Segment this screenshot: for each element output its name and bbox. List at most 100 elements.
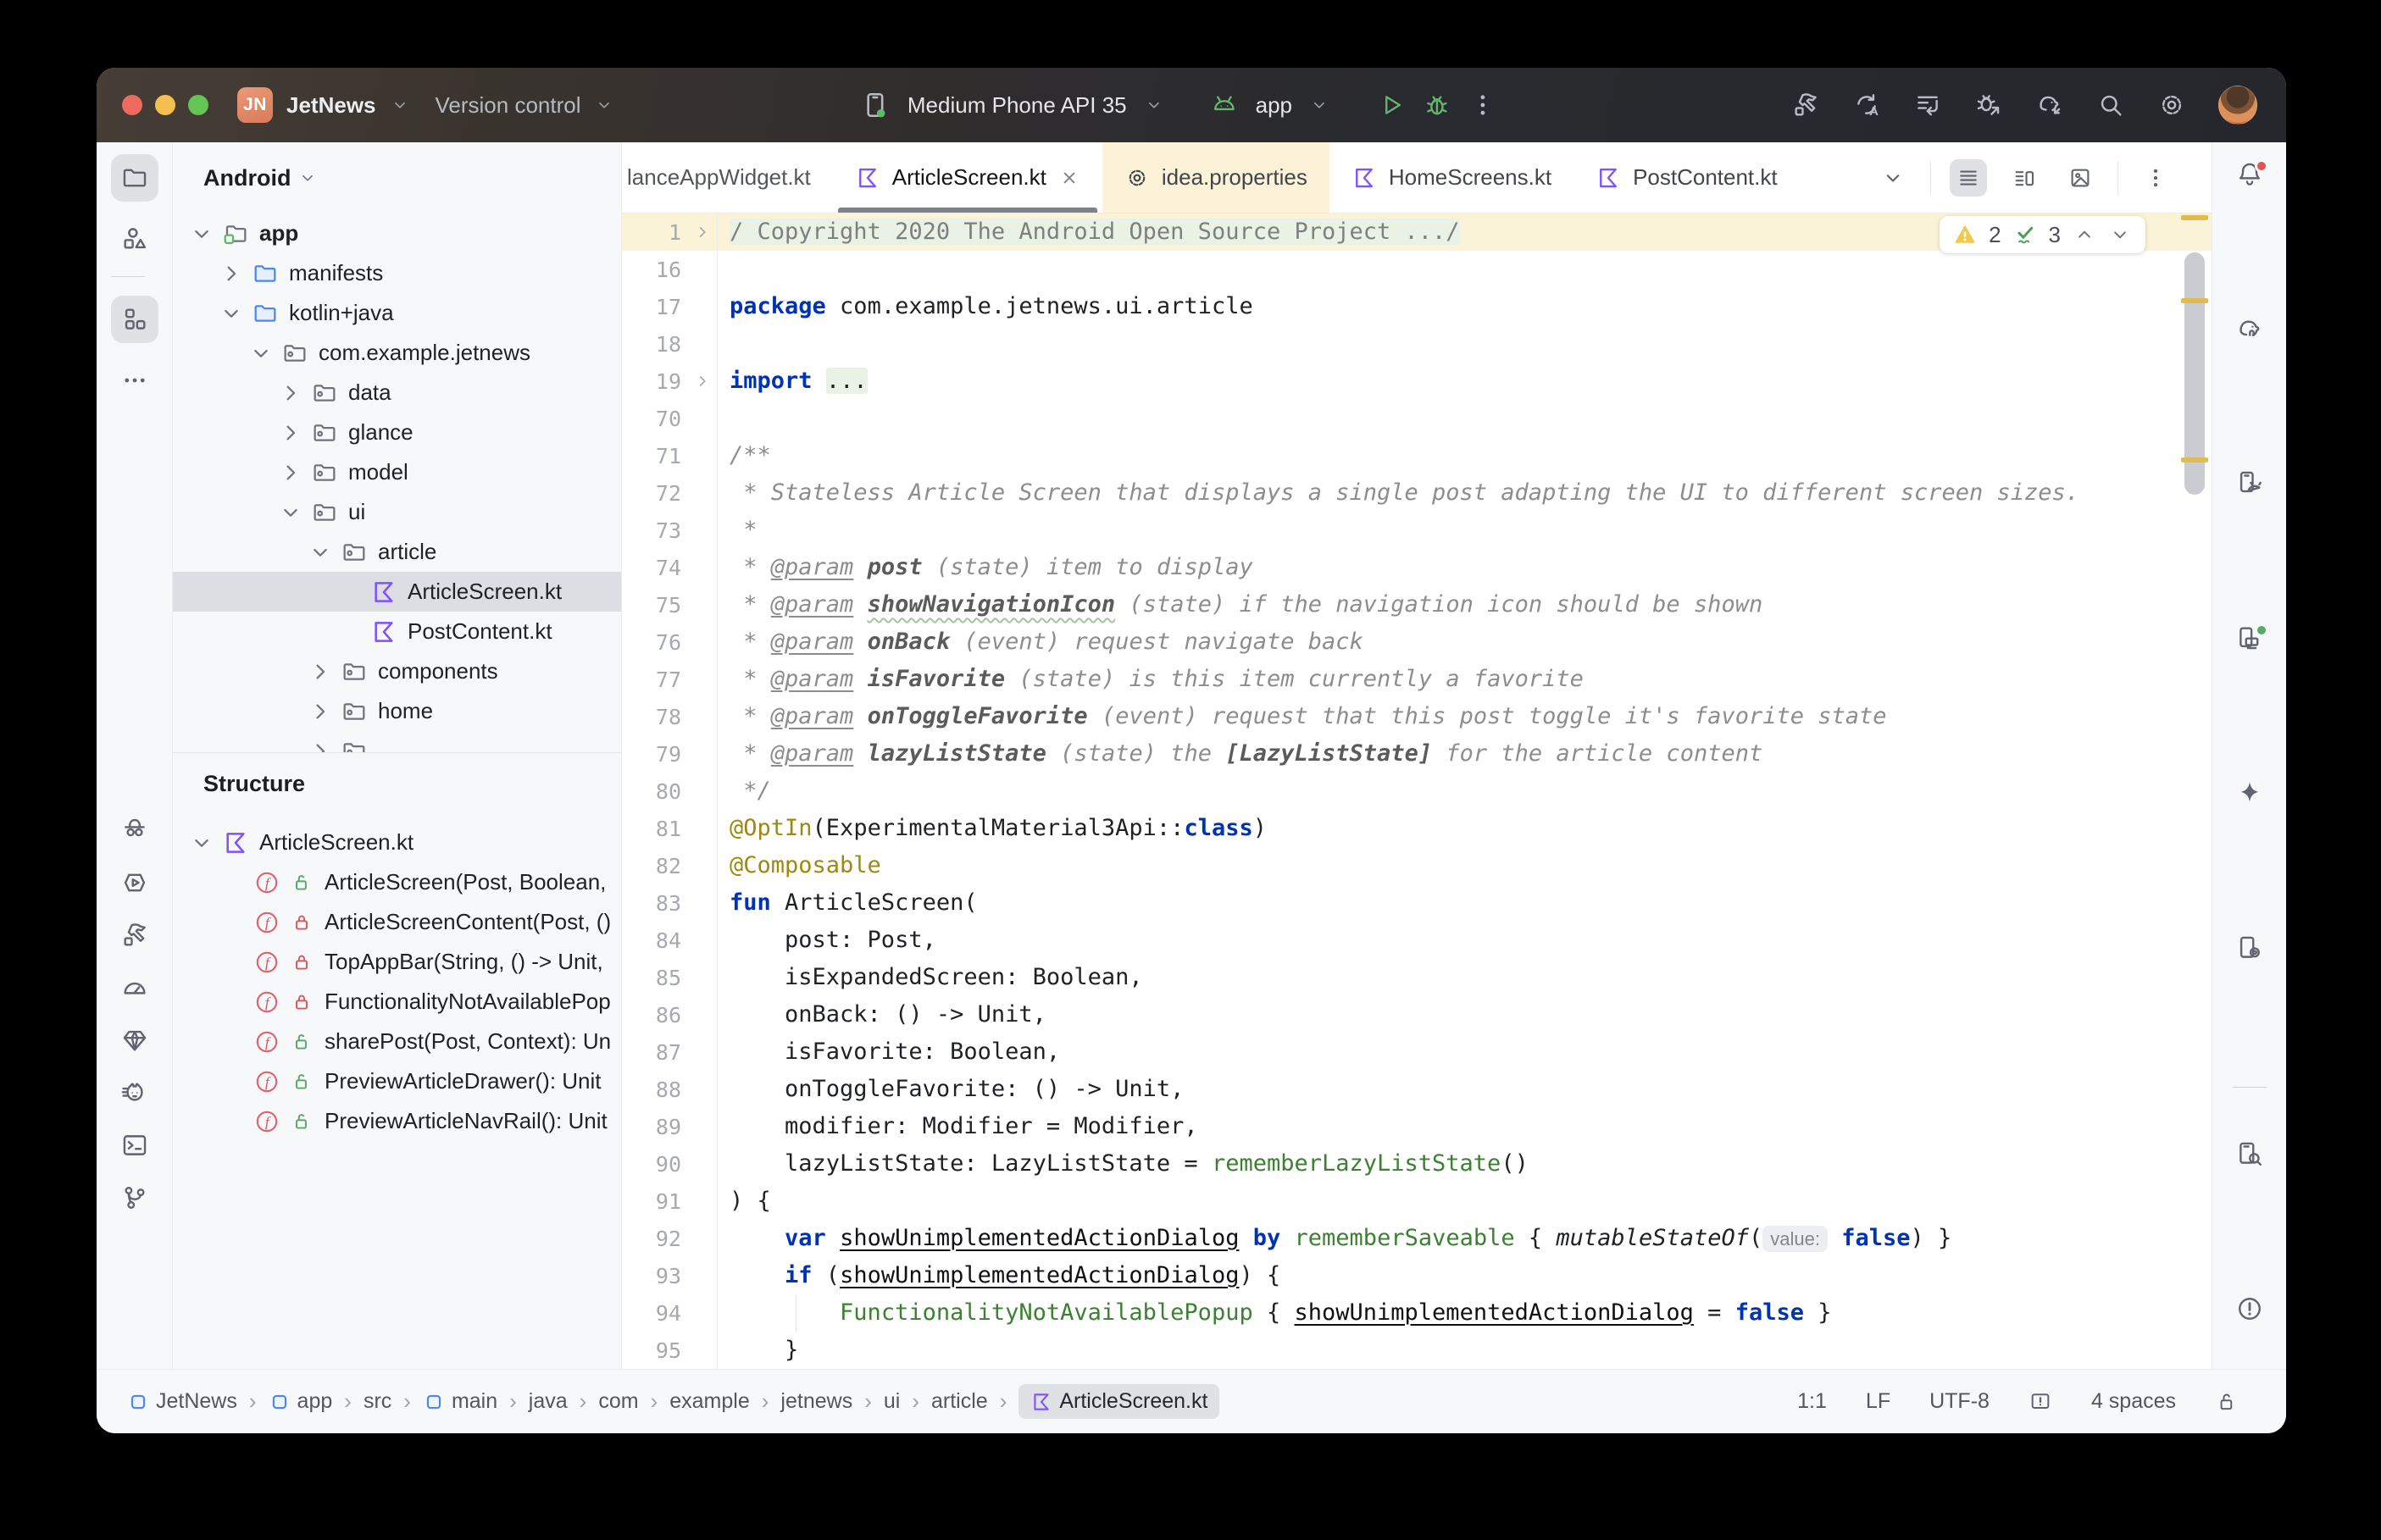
code-text[interactable]: isFavorite: Boolean, <box>717 1033 2212 1071</box>
code-text[interactable]: fun ArticleScreen( <box>717 884 2212 922</box>
inspection-balloon-icon[interactable] <box>2029 1390 2052 1414</box>
previous-problem-button[interactable] <box>2073 223 2096 247</box>
code-text[interactable] <box>717 325 2212 363</box>
tool-window-button-version-control[interactable] <box>111 1183 158 1213</box>
tree-item-glance[interactable]: glance <box>173 413 621 452</box>
code-text[interactable]: * @param isFavorite (state) is this item… <box>717 661 2212 698</box>
line-number[interactable]: 83 <box>622 891 688 916</box>
tool-window-button-app-inspection[interactable] <box>111 815 158 845</box>
tool-window-button-device-explorer[interactable] <box>2226 1138 2273 1170</box>
line-number[interactable]: 85 <box>622 966 688 990</box>
breadcrumb-article[interactable]: article <box>931 1389 988 1414</box>
line-number[interactable]: 1 <box>622 220 688 245</box>
tool-window-button-resource-manager[interactable] <box>111 215 158 263</box>
file-encoding[interactable]: UTF-8 <box>1929 1389 1990 1414</box>
line-number[interactable]: 73 <box>622 518 688 543</box>
line-number[interactable]: 19 <box>622 369 688 394</box>
code-text[interactable]: onBack: () -> Unit, <box>717 996 2212 1033</box>
user-avatar[interactable] <box>2218 86 2257 125</box>
tool-window-button-structure[interactable] <box>110 296 158 343</box>
tool-window-button-gemini[interactable] <box>2226 777 2273 809</box>
tree-item-ui[interactable]: ui <box>173 492 621 532</box>
code-text[interactable] <box>717 251 2212 288</box>
tool-window-button-project[interactable] <box>110 154 158 202</box>
chevron-right-icon[interactable] <box>693 372 712 391</box>
line-separator[interactable]: LF <box>1866 1389 1890 1414</box>
line-number[interactable]: 16 <box>622 258 688 282</box>
editor-list-view-button[interactable] <box>1950 158 1987 197</box>
run-configuration[interactable]: app <box>1256 92 1292 119</box>
tab-lanceAppWidget.kt[interactable]: lanceAppWidget.kt <box>622 142 833 213</box>
line-number[interactable]: 76 <box>622 630 688 655</box>
line-number[interactable]: 84 <box>622 928 688 953</box>
chevron-right-icon[interactable] <box>277 419 304 446</box>
tree-item-clipped[interactable] <box>173 731 621 752</box>
line-number[interactable]: 78 <box>622 705 688 729</box>
code-text[interactable] <box>717 400 2212 437</box>
line-number[interactable]: 17 <box>622 295 688 319</box>
line-number[interactable]: 95 <box>622 1338 688 1363</box>
code-text[interactable]: post: Post, <box>717 922 2212 959</box>
chevron-down-icon[interactable] <box>307 539 334 566</box>
line-number[interactable]: 87 <box>622 1040 688 1065</box>
code-text[interactable]: } <box>717 1332 2212 1369</box>
chevron-down-icon[interactable] <box>188 220 215 247</box>
code-text[interactable]: modifier: Modifier = Modifier, <box>717 1108 2212 1145</box>
tool-window-button-device-mirroring[interactable] <box>2226 932 2273 964</box>
chevron-down-icon[interactable] <box>218 300 245 327</box>
line-number[interactable]: 93 <box>622 1264 688 1288</box>
breadcrumb-src[interactable]: src <box>364 1389 391 1414</box>
line-number[interactable]: 82 <box>622 854 688 878</box>
tool-window-button-build[interactable] <box>111 920 158 950</box>
vcs-menu[interactable]: Version control <box>436 92 581 119</box>
line-number[interactable]: 89 <box>622 1115 688 1139</box>
code-text[interactable]: if (showUnimplementedActionDialog) { <box>717 1257 2212 1294</box>
maximize-window-button[interactable] <box>188 95 208 115</box>
structure-item[interactable]: f sharePost(Post, Context): Un <box>173 1022 621 1061</box>
fold-gutter[interactable] <box>688 223 717 241</box>
tree-item-data[interactable]: data <box>173 373 621 413</box>
line-number[interactable]: 79 <box>622 742 688 767</box>
structure-item[interactable]: f FunctionalityNotAvailablePop <box>173 982 621 1022</box>
tool-window-button-gradle[interactable] <box>2226 313 2273 345</box>
breadcrumb-ArticleScreen.kt[interactable]: ArticleScreen.kt <box>1018 1384 1220 1419</box>
chevron-down-icon[interactable] <box>188 829 215 856</box>
tree-item-app[interactable]: app <box>173 213 621 253</box>
line-number[interactable]: 91 <box>622 1189 688 1214</box>
code-text[interactable]: * <box>717 512 2212 549</box>
tree-item-article[interactable]: article <box>173 532 621 572</box>
close-tab-icon[interactable] <box>1058 167 1080 189</box>
warning-stripe-mark[interactable] <box>2181 215 2208 220</box>
line-number[interactable]: 71 <box>622 444 688 468</box>
tree-item-kotlin+java[interactable]: kotlin+java <box>173 293 621 333</box>
typo-count[interactable]: 3 <box>2049 222 2061 248</box>
tab-HomeScreens.kt[interactable]: HomeScreens.kt <box>1329 142 1573 213</box>
line-number[interactable]: 86 <box>622 1003 688 1028</box>
line-number[interactable]: 75 <box>622 593 688 618</box>
tab-PostContent.kt[interactable]: PostContent.kt <box>1573 142 1800 213</box>
preview-button[interactable] <box>2062 159 2099 197</box>
chevron-right-icon[interactable] <box>307 738 334 752</box>
tool-window-button-profiler-sessions[interactable] <box>111 972 158 1003</box>
settings-icon[interactable] <box>2157 91 2186 119</box>
line-number[interactable]: 70 <box>622 407 688 431</box>
line-number[interactable]: 74 <box>622 556 688 580</box>
attach-debugger-icon[interactable] <box>1974 91 2003 119</box>
search-icon[interactable] <box>2096 91 2125 119</box>
chevron-right-icon[interactable] <box>277 379 304 407</box>
tree-item-ArticleScreen.kt[interactable]: ArticleScreen.kt <box>173 572 621 612</box>
breadcrumb-JetNews[interactable]: JetNews <box>127 1389 237 1414</box>
breadcrumb-app[interactable]: app <box>269 1389 332 1414</box>
sync-apply-icon[interactable]: A <box>1852 91 1881 119</box>
editor-options-button[interactable] <box>2137 159 2174 197</box>
caret-position[interactable]: 1:1 <box>1797 1389 1827 1414</box>
code-text[interactable]: FunctionalityNotAvailablePopup { showUni… <box>717 1294 2212 1332</box>
tool-window-button-terminal[interactable] <box>111 1130 158 1161</box>
structure-item[interactable]: f TopAppBar(String, () -> Unit, <box>173 942 621 982</box>
chevron-down-icon[interactable] <box>247 340 275 367</box>
breadcrumb-com[interactable]: com <box>598 1389 638 1414</box>
unlock-icon[interactable] <box>2215 1390 2239 1414</box>
line-number[interactable]: 72 <box>622 481 688 506</box>
line-number[interactable]: 88 <box>622 1077 688 1102</box>
line-number[interactable]: 80 <box>622 779 688 804</box>
